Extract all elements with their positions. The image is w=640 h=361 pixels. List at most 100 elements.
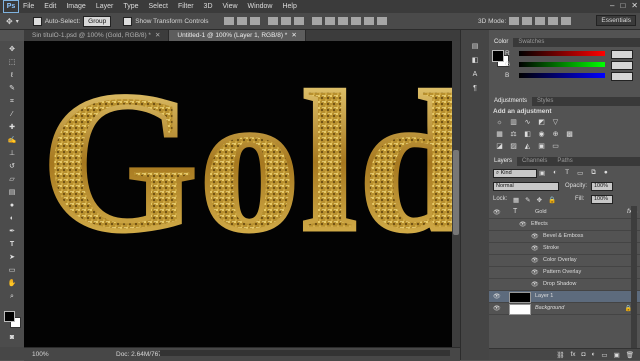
layer-filter-kind-dropdown[interactable]: ⌕ Kind bbox=[493, 169, 537, 178]
document-canvas[interactable]: Gold bbox=[24, 41, 452, 347]
type-tool-icon[interactable]: T bbox=[6, 240, 18, 249]
black-white-icon[interactable]: ◧ bbox=[523, 131, 532, 138]
3d-drag-icon[interactable] bbox=[535, 17, 545, 25]
3d-scale-icon[interactable] bbox=[561, 17, 571, 25]
distribute-right-icon[interactable] bbox=[376, 17, 387, 25]
align-left-icon[interactable] bbox=[267, 17, 278, 25]
3d-roll-icon[interactable] bbox=[522, 17, 532, 25]
color-lookup-icon[interactable]: ▩ bbox=[565, 131, 574, 138]
filter-adjustment-icon[interactable]: ◐ bbox=[553, 169, 557, 177]
paragraph-panel-icon[interactable]: ¶ bbox=[469, 84, 481, 93]
align-top-icon[interactable] bbox=[223, 17, 234, 25]
brightness-contrast-icon[interactable]: ☼ bbox=[495, 119, 504, 126]
lock-position-icon[interactable]: ✥ bbox=[537, 196, 542, 204]
auto-select-dropdown[interactable]: Group bbox=[83, 15, 112, 27]
lock-pixels-icon[interactable]: ✎ bbox=[525, 196, 530, 204]
crop-tool-icon[interactable]: ⌗ bbox=[6, 97, 18, 106]
menu-edit[interactable]: Edit bbox=[44, 3, 56, 10]
effect-eye-icon[interactable]: 👁 bbox=[531, 257, 539, 264]
filter-type-icon[interactable]: T bbox=[565, 169, 569, 177]
link-layers-icon[interactable]: ⛓ bbox=[556, 351, 564, 359]
menu-select[interactable]: Select bbox=[149, 3, 168, 10]
gradient-tool-icon[interactable]: ▤ bbox=[6, 188, 18, 197]
pen-tool-icon[interactable]: ✒ bbox=[6, 227, 18, 236]
add-mask-icon[interactable]: ◘ bbox=[582, 351, 586, 358]
align-center-icon[interactable] bbox=[280, 17, 291, 25]
distribute-bottom-icon[interactable] bbox=[337, 17, 348, 25]
layer-row-background[interactable]: 👁 Background 🔒 bbox=[489, 303, 640, 315]
close-button[interactable]: ✕ bbox=[631, 1, 638, 10]
quick-mask-icon[interactable]: ◙ bbox=[6, 333, 18, 342]
distribute-middle-icon[interactable] bbox=[324, 17, 335, 25]
distribute-left-icon[interactable] bbox=[350, 17, 361, 25]
effect-color-overlay[interactable]: 👁 Color Overlay bbox=[489, 255, 640, 267]
blur-tool-icon[interactable]: ● bbox=[6, 201, 18, 210]
move-tool-icon[interactable]: ✥ bbox=[6, 17, 13, 26]
tab-channels[interactable]: Channels bbox=[517, 157, 552, 166]
tool-preset-dropdown-icon[interactable]: ▾ bbox=[16, 18, 19, 25]
close-tab-icon[interactable]: ✕ bbox=[155, 32, 160, 39]
delete-layer-icon[interactable]: 🗑 bbox=[626, 351, 634, 359]
menu-3d[interactable]: 3D bbox=[204, 3, 213, 10]
effect-stroke[interactable]: 👁 Stroke bbox=[489, 243, 640, 255]
effect-eye-icon[interactable]: 👁 bbox=[531, 281, 539, 288]
effect-eye-icon[interactable]: 👁 bbox=[531, 245, 539, 252]
hue-saturation-icon[interactable]: ▦ bbox=[495, 131, 504, 138]
visibility-eye-icon[interactable]: 👁 bbox=[493, 293, 501, 300]
filter-toggle-icon[interactable]: ● bbox=[604, 169, 608, 177]
menu-image[interactable]: Image bbox=[66, 3, 85, 10]
layer-effects-group[interactable]: 👁 Effects bbox=[489, 219, 640, 231]
opacity-field[interactable]: 100% bbox=[591, 182, 613, 191]
effect-bevel-emboss[interactable]: 👁 Bevel & Emboss bbox=[489, 231, 640, 243]
channel-g-field[interactable] bbox=[611, 61, 633, 70]
tab-sin-titulo[interactable]: Sin títulO-1.psd @ 100% (Gold, RGB/8) * ✕ bbox=[24, 30, 170, 41]
effect-eye-icon[interactable]: 👁 bbox=[531, 269, 539, 276]
restore-button[interactable]: □ bbox=[620, 1, 625, 10]
marquee-tool-icon[interactable]: ⬚ bbox=[6, 58, 18, 67]
3d-rotate-icon[interactable] bbox=[509, 17, 519, 25]
filter-smart-object-icon[interactable]: ⧉ bbox=[591, 169, 596, 177]
path-selection-tool-icon[interactable]: ➤ bbox=[6, 253, 18, 262]
threshold-icon[interactable]: ◭ bbox=[523, 143, 532, 150]
menu-help[interactable]: Help bbox=[282, 3, 296, 10]
new-group-icon[interactable]: ▭ bbox=[601, 351, 607, 359]
channel-r-slider[interactable] bbox=[519, 51, 605, 56]
channel-r-field[interactable] bbox=[611, 50, 633, 59]
auto-select-checkbox[interactable] bbox=[32, 16, 42, 26]
fill-field[interactable]: 100% bbox=[591, 195, 613, 204]
menu-type[interactable]: Type bbox=[123, 3, 138, 10]
menu-file[interactable]: File bbox=[23, 3, 34, 10]
workspace-dropdown[interactable]: Essentials bbox=[596, 15, 636, 26]
new-layer-icon[interactable]: ▣ bbox=[614, 351, 620, 359]
tab-layers[interactable]: Layers bbox=[489, 157, 518, 166]
filter-pixel-icon[interactable]: ▣ bbox=[539, 169, 545, 177]
character-panel-icon[interactable]: A bbox=[469, 70, 481, 79]
selective-color-icon[interactable]: ▣ bbox=[537, 143, 546, 150]
dodge-tool-icon[interactable]: ◐ bbox=[6, 214, 18, 223]
shape-tool-icon[interactable]: ▭ bbox=[6, 266, 18, 275]
blend-mode-dropdown[interactable]: Normal bbox=[493, 182, 559, 191]
effect-pattern-overlay[interactable]: 👁 Pattern Overlay bbox=[489, 267, 640, 279]
channel-g-slider[interactable] bbox=[519, 62, 605, 67]
tab-swatches[interactable]: Swatches bbox=[513, 38, 549, 47]
layer-row-gold[interactable]: 👁 T Gold fx bbox=[489, 207, 640, 219]
eraser-tool-icon[interactable]: ▱ bbox=[6, 175, 18, 184]
new-adjustment-layer-icon[interactable]: ◐ bbox=[591, 351, 595, 358]
menu-layer[interactable]: Layer bbox=[96, 3, 114, 10]
effects-eye-icon[interactable]: 👁 bbox=[519, 221, 527, 228]
add-layer-style-icon[interactable]: fx bbox=[570, 351, 575, 358]
channel-b-field[interactable] bbox=[611, 72, 633, 81]
close-tab-icon[interactable]: ✕ bbox=[291, 32, 296, 39]
distribute-center-icon[interactable] bbox=[363, 17, 374, 25]
align-middle-icon[interactable] bbox=[236, 17, 247, 25]
vibrance-icon[interactable]: ▽ bbox=[551, 119, 560, 126]
visibility-eye-icon[interactable]: 👁 bbox=[493, 209, 501, 216]
quick-select-tool-icon[interactable]: ✎ bbox=[6, 84, 18, 93]
menu-filter[interactable]: Filter bbox=[178, 3, 194, 10]
channel-b-slider[interactable] bbox=[519, 73, 605, 78]
invert-icon[interactable]: ◪ bbox=[495, 143, 504, 150]
menu-window[interactable]: Window bbox=[248, 3, 273, 10]
healing-brush-tool-icon[interactable]: ✚ bbox=[6, 123, 18, 132]
history-panel-icon[interactable]: ▤ bbox=[469, 42, 481, 51]
tab-adjustments[interactable]: Adjustments bbox=[489, 97, 533, 106]
